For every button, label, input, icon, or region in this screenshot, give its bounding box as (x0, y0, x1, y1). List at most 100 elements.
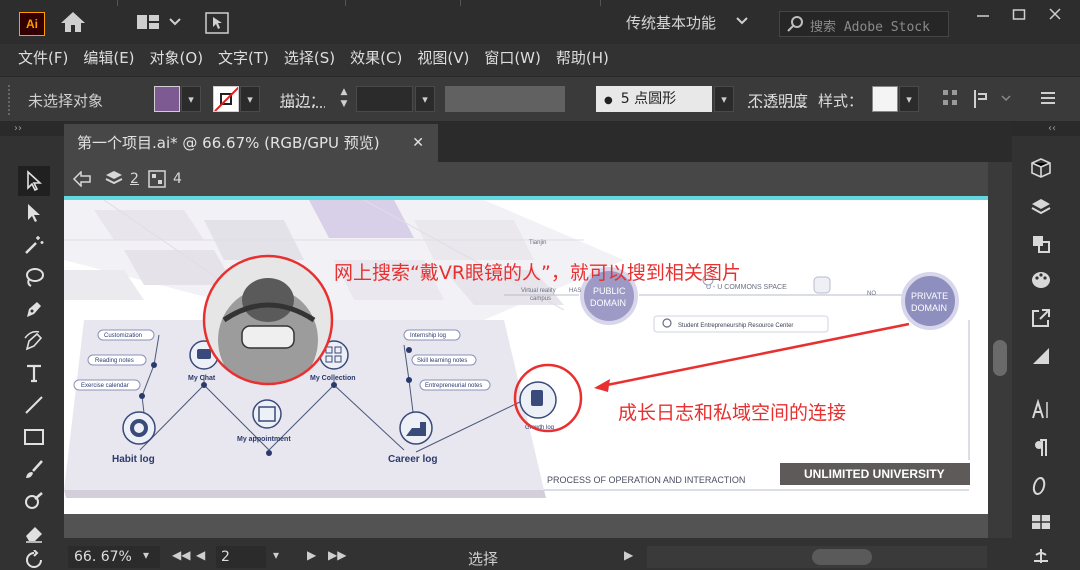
align-icon[interactable] (941, 88, 961, 114)
export-icon[interactable] (1026, 304, 1056, 332)
opentype-panel-icon[interactable] (1026, 472, 1056, 500)
private-domain-line2: DOMAIN (911, 303, 947, 313)
rectangle-tool-icon[interactable] (18, 422, 50, 452)
tag-customization: Customization (104, 333, 142, 339)
first-artboard-icon[interactable]: ◀◀ (172, 548, 190, 562)
line-segment-tool-icon[interactable] (18, 390, 50, 420)
graphic-style-swatch[interactable] (872, 86, 898, 112)
unlimited-university-text: UNLIMITED UNIVERSITY (804, 467, 945, 481)
direct-selection-tool-icon[interactable] (18, 198, 50, 228)
workspace-switcher[interactable]: 传统基本功能 (626, 12, 716, 33)
symbols-panel-icon[interactable] (1026, 542, 1056, 570)
label-virtual-1: Virtual reality (521, 288, 556, 294)
brush-dot-icon: ● (604, 95, 613, 106)
menu-effect[interactable]: 效果(C) (350, 44, 402, 74)
document-tab-strip: 第一个项目.ai* @ 66.67% (RGB/GPU 预览) ✕ (64, 122, 1012, 162)
label-my-collection: My Collection (310, 375, 356, 382)
close-tab-icon[interactable]: ✕ (412, 124, 424, 162)
search-icon (786, 15, 806, 37)
menu-help[interactable]: 帮助(H) (556, 44, 609, 74)
shaper-tool-icon[interactable] (18, 486, 50, 516)
fill-dropdown[interactable]: ▾ (181, 86, 201, 112)
type-tool-icon[interactable] (18, 358, 50, 388)
close-icon[interactable] (1048, 6, 1062, 25)
stroke-weight-stepper[interactable]: ▲ ▼ (334, 86, 354, 112)
stroke-weight-dropdown[interactable]: ▾ (415, 86, 435, 112)
vertical-scrollbar[interactable] (988, 162, 1012, 538)
tools-panel: ›› (0, 122, 64, 570)
minimize-icon[interactable] (976, 6, 990, 25)
previous-artboard-icon[interactable]: ◀ (196, 548, 205, 562)
stroke-dropdown[interactable]: ▾ (240, 86, 260, 112)
panel-grip[interactable] (8, 85, 11, 115)
paintbrush-tool-icon[interactable] (18, 454, 50, 484)
divider (600, 0, 601, 6)
layers-panel-icon[interactable] (1026, 194, 1056, 222)
layers-icon (104, 169, 124, 193)
collapse-panel-icon[interactable]: ›› (0, 122, 64, 136)
canvas-area[interactable]: 2 4 Customization Reading notes Exercise… (64, 162, 988, 538)
lasso-tool-icon[interactable] (18, 262, 50, 292)
status-menu-icon[interactable]: ▶ (624, 548, 633, 562)
next-artboard-icon[interactable]: ▶ (307, 548, 316, 562)
menu-select[interactable]: 选择(S) (284, 44, 335, 74)
rotate-tool-icon[interactable] (18, 550, 50, 570)
isolation-layer-link[interactable]: 2 (130, 171, 139, 187)
annotation-top-text: 网上搜索“戴VR眼镜的人”，就可以搜到相关图片 (334, 262, 741, 284)
libraries-icon[interactable] (1026, 154, 1056, 182)
artboard[interactable]: Customization Reading notes Exercise cal… (64, 196, 988, 514)
color-panel-icon[interactable] (1026, 266, 1056, 294)
menu-window[interactable]: 窗口(W) (484, 44, 541, 74)
eraser-tool-icon[interactable] (18, 518, 50, 548)
fill-color-swatch[interactable] (154, 86, 180, 112)
artboard-number-input[interactable]: 2 (216, 546, 266, 568)
magic-wand-tool-icon[interactable] (18, 230, 50, 260)
label-my-chat: My Chat (188, 375, 216, 382)
label-virtual-2: campus (530, 296, 551, 302)
menu-type[interactable]: 文字(T) (218, 44, 269, 74)
back-arrow-icon[interactable] (72, 170, 92, 191)
control-bar: 未选择对象 ▾ ▾ 描边： ▲ ▼ ▾ ● 5 点圆形 ▾ 不透明度 样式： ▾ (0, 76, 1080, 122)
stroke-label[interactable]: 描边： (280, 90, 325, 111)
maximize-icon[interactable] (1012, 6, 1026, 25)
selection-tool-icon[interactable] (18, 166, 50, 196)
zoom-dropdown-icon[interactable]: ▾ (143, 548, 149, 562)
home-icon[interactable] (60, 10, 86, 38)
curvature-tool-icon[interactable] (18, 326, 50, 356)
current-tool-status: 选择 (468, 550, 499, 568)
pen-tool-icon[interactable] (18, 294, 50, 324)
tag-exercise-calendar: Exercise calendar (81, 383, 129, 389)
status-bar: 66. 67% ▾ ◀◀ ◀ 2 ▾ ▶ ▶▶ 选择 ▶ (64, 538, 1012, 570)
brush-definition-select[interactable]: ● 5 点圆形 (596, 86, 712, 112)
arrange-documents-icon[interactable] (137, 13, 185, 37)
menu-object[interactable]: 对象(O) (150, 44, 204, 74)
horizontal-scrollbar[interactable] (647, 546, 987, 568)
opacity-label[interactable]: 不透明度 (748, 90, 808, 111)
style-dropdown[interactable]: ▾ (899, 86, 919, 112)
isolation-group-link[interactable]: 4 (173, 171, 182, 187)
gradient-panel-icon[interactable] (1026, 342, 1056, 370)
swatches-panel-icon[interactable] (1026, 508, 1056, 536)
last-artboard-icon[interactable]: ▶▶ (328, 548, 346, 562)
menu-edit[interactable]: 编辑(E) (83, 44, 134, 74)
character-panel-icon[interactable] (1026, 396, 1056, 424)
transform-icon[interactable] (972, 88, 1012, 114)
document-tab[interactable]: 第一个项目.ai* @ 66.67% (RGB/GPU 预览) ✕ (64, 124, 438, 162)
artboards-panel-icon[interactable] (1026, 230, 1056, 258)
stroke-color-swatch[interactable] (213, 86, 239, 112)
collapse-dock-icon[interactable]: ‹‹ (1012, 122, 1080, 136)
horizontal-scroll-thumb[interactable] (812, 549, 872, 565)
artboard-dropdown-icon[interactable]: ▾ (273, 548, 279, 562)
gpu-performance-icon[interactable] (205, 12, 229, 38)
menu-view[interactable]: 视图(V) (417, 44, 469, 74)
paragraph-panel-icon[interactable] (1026, 434, 1056, 462)
brush-dropdown[interactable]: ▾ (714, 86, 734, 112)
vertical-scroll-thumb[interactable] (993, 340, 1007, 376)
private-domain-circle (901, 272, 959, 330)
stroke-weight-input[interactable] (356, 86, 413, 112)
panel-menu-icon[interactable] (1040, 90, 1056, 110)
menu-file[interactable]: 文件(F) (18, 44, 68, 74)
variable-width-profile[interactable] (445, 86, 565, 112)
chevron-down-icon[interactable] (735, 14, 749, 30)
adobe-stock-search-input[interactable]: 搜索 Adobe Stock (779, 11, 949, 37)
